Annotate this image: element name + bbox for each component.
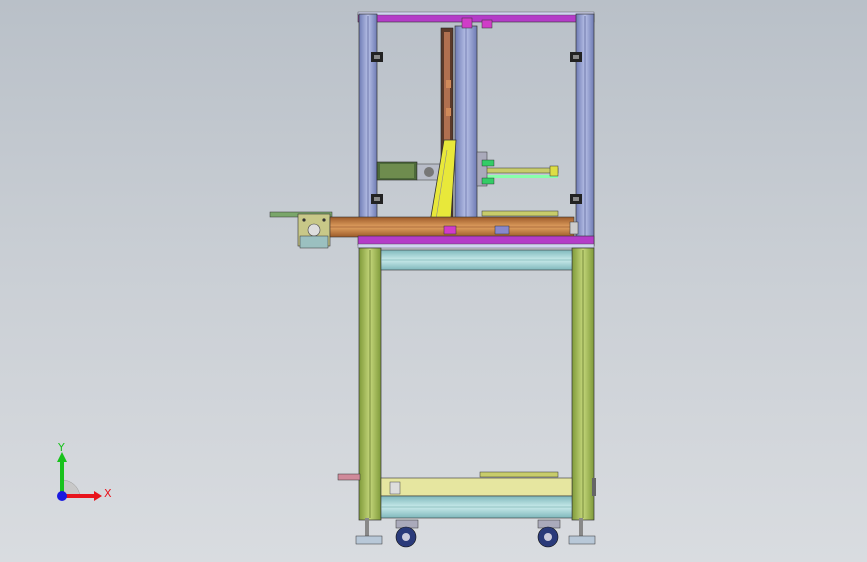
- motor: [376, 161, 444, 181]
- y-axis-label: Y: [58, 441, 65, 454]
- cad-viewport[interactable]: Y X: [0, 0, 867, 562]
- casters: [395, 519, 561, 548]
- x-axis-label: X: [104, 487, 112, 500]
- triad-graphic: [57, 452, 102, 501]
- middle-magenta-beam: [357, 235, 595, 246]
- coordinate-triad-icon: Y X: [40, 440, 130, 510]
- machine-frame-model[interactable]: [0, 0, 867, 562]
- horizontal-arm: [476, 151, 559, 187]
